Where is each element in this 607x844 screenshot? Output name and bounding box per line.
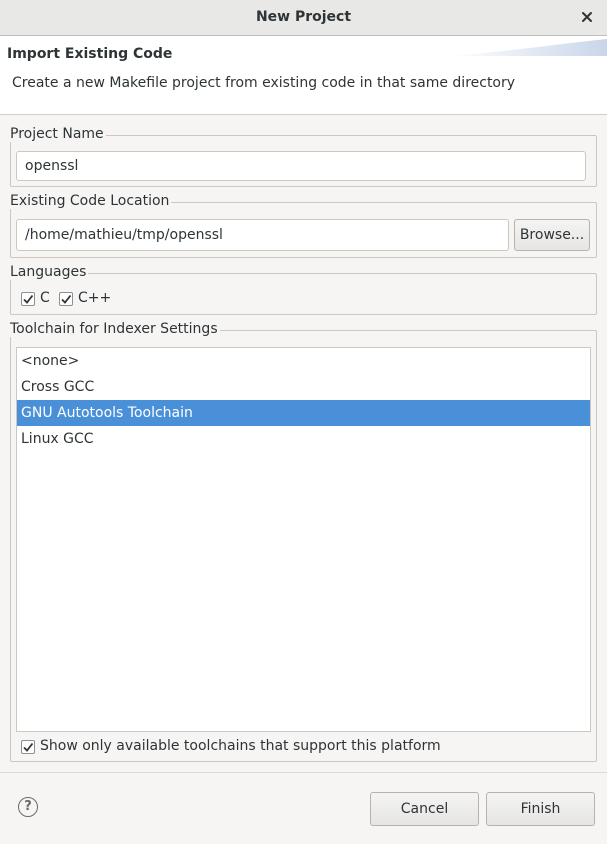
project-name-input[interactable]: openssl	[16, 151, 586, 181]
toolchain-item-linux-gcc[interactable]: Linux GCC	[17, 426, 590, 452]
close-icon[interactable]	[579, 7, 595, 27]
language-c-checkbox[interactable]	[21, 292, 35, 306]
page-description: Create a new Makefile project from exist…	[12, 75, 516, 91]
checkmark-icon	[23, 294, 34, 304]
checkmark-icon	[23, 742, 34, 752]
help-icon[interactable]: ?	[18, 797, 38, 817]
checkmark-icon	[61, 294, 72, 304]
show-available-toolchains-checkbox[interactable]	[21, 740, 35, 754]
code-location-input[interactable]: /home/mathieu/tmp/openssl	[16, 219, 509, 251]
languages-label: Languages	[10, 264, 89, 280]
code-location-label: Existing Code Location	[10, 193, 172, 209]
toolchain-label: Toolchain for Indexer Settings	[10, 321, 220, 337]
toolchain-list[interactable]: <none> Cross GCC GNU Autotools Toolchain…	[16, 347, 591, 732]
window-title: New Project	[255, 9, 352, 25]
footer-separator	[0, 772, 607, 773]
page-heading: Import Existing Code	[7, 46, 173, 62]
toolchain-item-gnu-autotools[interactable]: GNU Autotools Toolchain	[17, 400, 590, 426]
show-available-toolchains-label: Show only available toolchains that supp…	[40, 738, 441, 754]
wizard-header: Import Existing Code Create a new Makefi…	[0, 36, 607, 115]
language-c-label: C	[40, 290, 50, 306]
project-name-label: Project Name	[10, 126, 106, 142]
cancel-button[interactable]: Cancel	[370, 792, 479, 826]
wizard-banner-graphic	[447, 39, 607, 56]
finish-button[interactable]: Finish	[486, 792, 595, 826]
title-bar: New Project	[0, 0, 607, 36]
browse-button[interactable]: Browse...	[514, 219, 590, 251]
language-cpp-checkbox[interactable]	[59, 292, 73, 306]
toolchain-item-cross-gcc[interactable]: Cross GCC	[17, 374, 590, 400]
language-cpp-label: C++	[78, 290, 112, 306]
toolchain-item-none[interactable]: <none>	[17, 348, 590, 374]
